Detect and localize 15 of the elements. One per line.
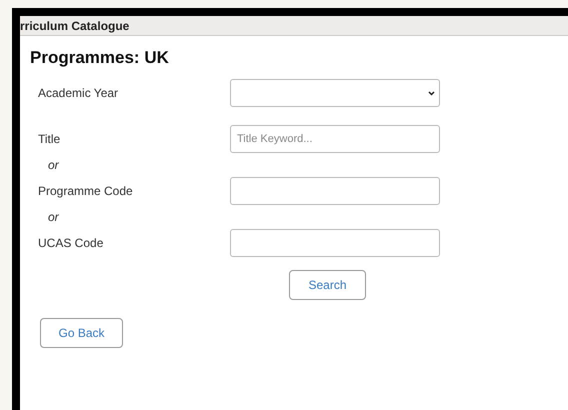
or-text: or xyxy=(48,158,59,172)
field-label: Programme Code xyxy=(37,184,134,198)
field-label: Academic Year xyxy=(37,86,120,100)
window-title: rriculum Catalogue xyxy=(20,18,130,32)
input-field[interactable] xyxy=(230,229,440,257)
academic-year-dropdown[interactable] xyxy=(230,79,440,107)
input-field[interactable]: Title Keyword... xyxy=(230,125,440,153)
or-text: or xyxy=(48,210,59,224)
page-heading: Programmes: UK xyxy=(30,48,170,68)
field-label: UCAS Code xyxy=(37,236,104,250)
input-field[interactable] xyxy=(230,177,440,205)
go-back-button[interactable]: Go Back xyxy=(40,318,123,348)
chevron-down-icon xyxy=(428,90,435,96)
field-label: Title xyxy=(37,132,62,146)
search-button[interactable]: Search xyxy=(289,270,366,300)
